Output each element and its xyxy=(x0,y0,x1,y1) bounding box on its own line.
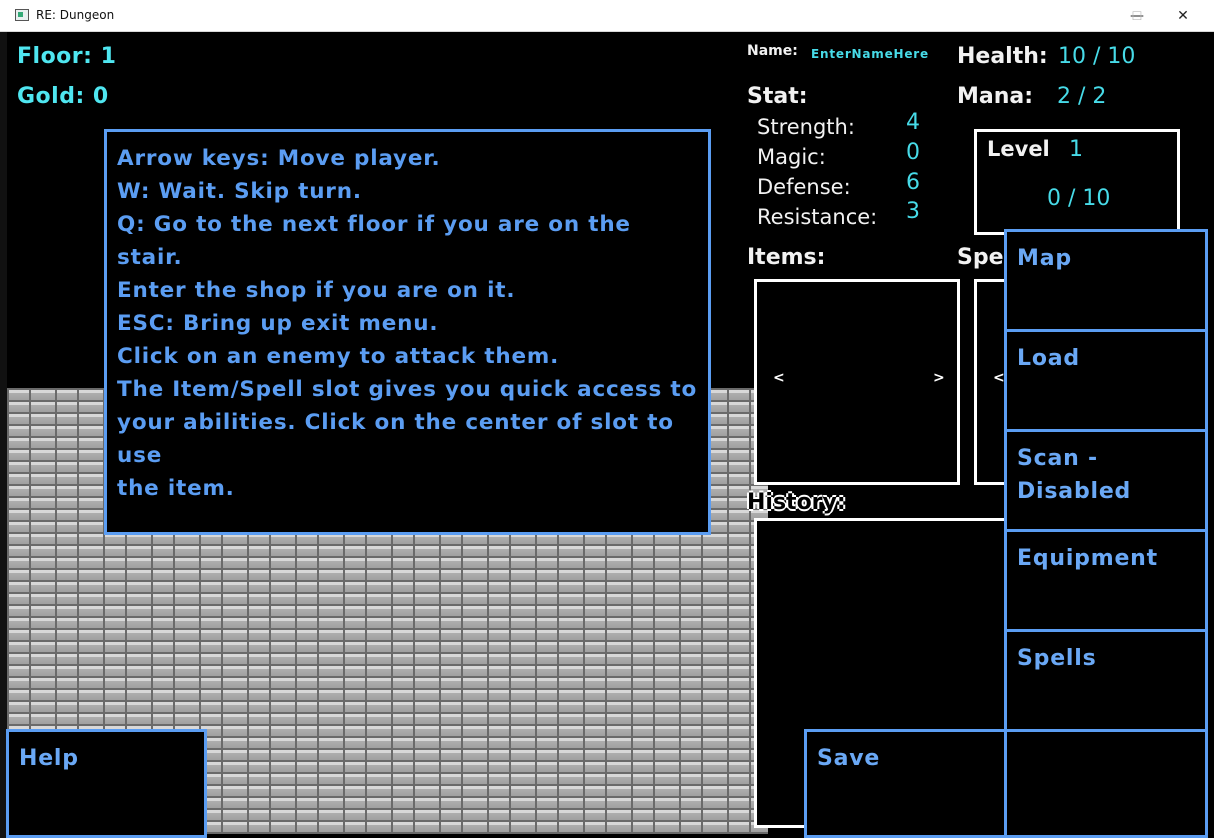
window-titlebar: RE: Dungeon — ✕ ☐ xyxy=(0,0,1214,32)
defense-label: Defense: xyxy=(757,175,851,199)
app-icon xyxy=(15,9,29,21)
health-label: Health: xyxy=(957,44,1048,69)
help-line: your abilities. Click on the center of s… xyxy=(117,410,674,468)
mana-value: 2 / 2 xyxy=(1057,84,1107,109)
close-button[interactable]: ✕ xyxy=(1160,0,1206,32)
help-line: The Item/Spell slot gives you quick acce… xyxy=(117,377,698,402)
gold-indicator: Gold: 0 xyxy=(17,84,109,109)
strength-value: 4 xyxy=(906,110,920,135)
magic-value: 0 xyxy=(906,140,920,165)
scan-label-line1: Scan - xyxy=(1017,446,1098,471)
equipment-button-label: Equipment xyxy=(1017,546,1158,571)
item-prev-arrow[interactable]: < xyxy=(773,370,785,386)
spells-label: Spel xyxy=(957,245,1012,270)
items-label: Items: xyxy=(747,245,826,270)
stat-title: Stat: xyxy=(747,84,808,109)
save-button[interactable]: Save xyxy=(804,729,1007,838)
item-slot[interactable]: < > xyxy=(754,279,960,485)
help-line: Q: Go to the next floor if you are on th… xyxy=(117,212,631,270)
resistance-label: Resistance: xyxy=(757,205,878,229)
player-name: EnterNameHere xyxy=(811,47,929,61)
help-line: Click on an enemy to attack them. xyxy=(117,344,560,369)
mana-label: Mana: xyxy=(957,84,1034,109)
level-label: Level xyxy=(987,137,1050,161)
help-line: ESC: Bring up exit menu. xyxy=(117,311,439,336)
load-button[interactable]: Load xyxy=(1004,329,1208,432)
spells-button-label: Spells xyxy=(1017,646,1097,671)
spells-button[interactable]: Spells xyxy=(1004,629,1208,732)
help-line: W: Wait. Skip turn. xyxy=(117,179,362,204)
empty-menu-slot xyxy=(1004,729,1208,838)
health-value: 10 / 10 xyxy=(1058,44,1136,69)
level-panel: Level 1 0 / 10 xyxy=(974,129,1180,235)
item-next-arrow[interactable]: > xyxy=(933,370,945,386)
resistance-value: 3 xyxy=(906,199,920,224)
help-line: Arrow keys: Move player. xyxy=(117,146,441,171)
name-label: Name: xyxy=(747,43,798,59)
defense-value: 6 xyxy=(906,170,920,195)
window-title: RE: Dungeon xyxy=(36,8,115,22)
maximize-button: ☐ xyxy=(1131,9,1143,23)
xp-value: 0 / 10 xyxy=(1047,186,1111,211)
save-button-label: Save xyxy=(817,746,881,771)
equipment-button[interactable]: Equipment xyxy=(1004,529,1208,632)
help-line: the item. xyxy=(117,476,235,501)
load-button-label: Load xyxy=(1017,346,1080,371)
help-button-label: Help xyxy=(19,746,79,771)
help-line: Enter the shop if you are on it. xyxy=(117,278,516,303)
level-value: 1 xyxy=(1069,137,1083,162)
scan-button-label: Scan - Disabled xyxy=(1017,442,1131,508)
strength-label: Strength: xyxy=(757,115,855,139)
scan-button[interactable]: Scan - Disabled xyxy=(1004,429,1208,532)
window-left-edge xyxy=(0,32,7,838)
map-button-label: Map xyxy=(1017,246,1072,271)
scan-label-line2: Disabled xyxy=(1017,479,1132,504)
history-label: History: xyxy=(747,490,846,515)
floor-indicator: Floor: 1 xyxy=(17,44,117,69)
magic-label: Magic: xyxy=(757,145,826,169)
help-button[interactable]: Help xyxy=(6,729,207,838)
help-text: Arrow keys: Move player. W: Wait. Skip t… xyxy=(117,142,698,505)
map-button[interactable]: Map xyxy=(1004,229,1208,332)
help-dialog: Arrow keys: Move player. W: Wait. Skip t… xyxy=(104,129,711,535)
spell-prev-arrow[interactable]: < xyxy=(993,370,1005,386)
